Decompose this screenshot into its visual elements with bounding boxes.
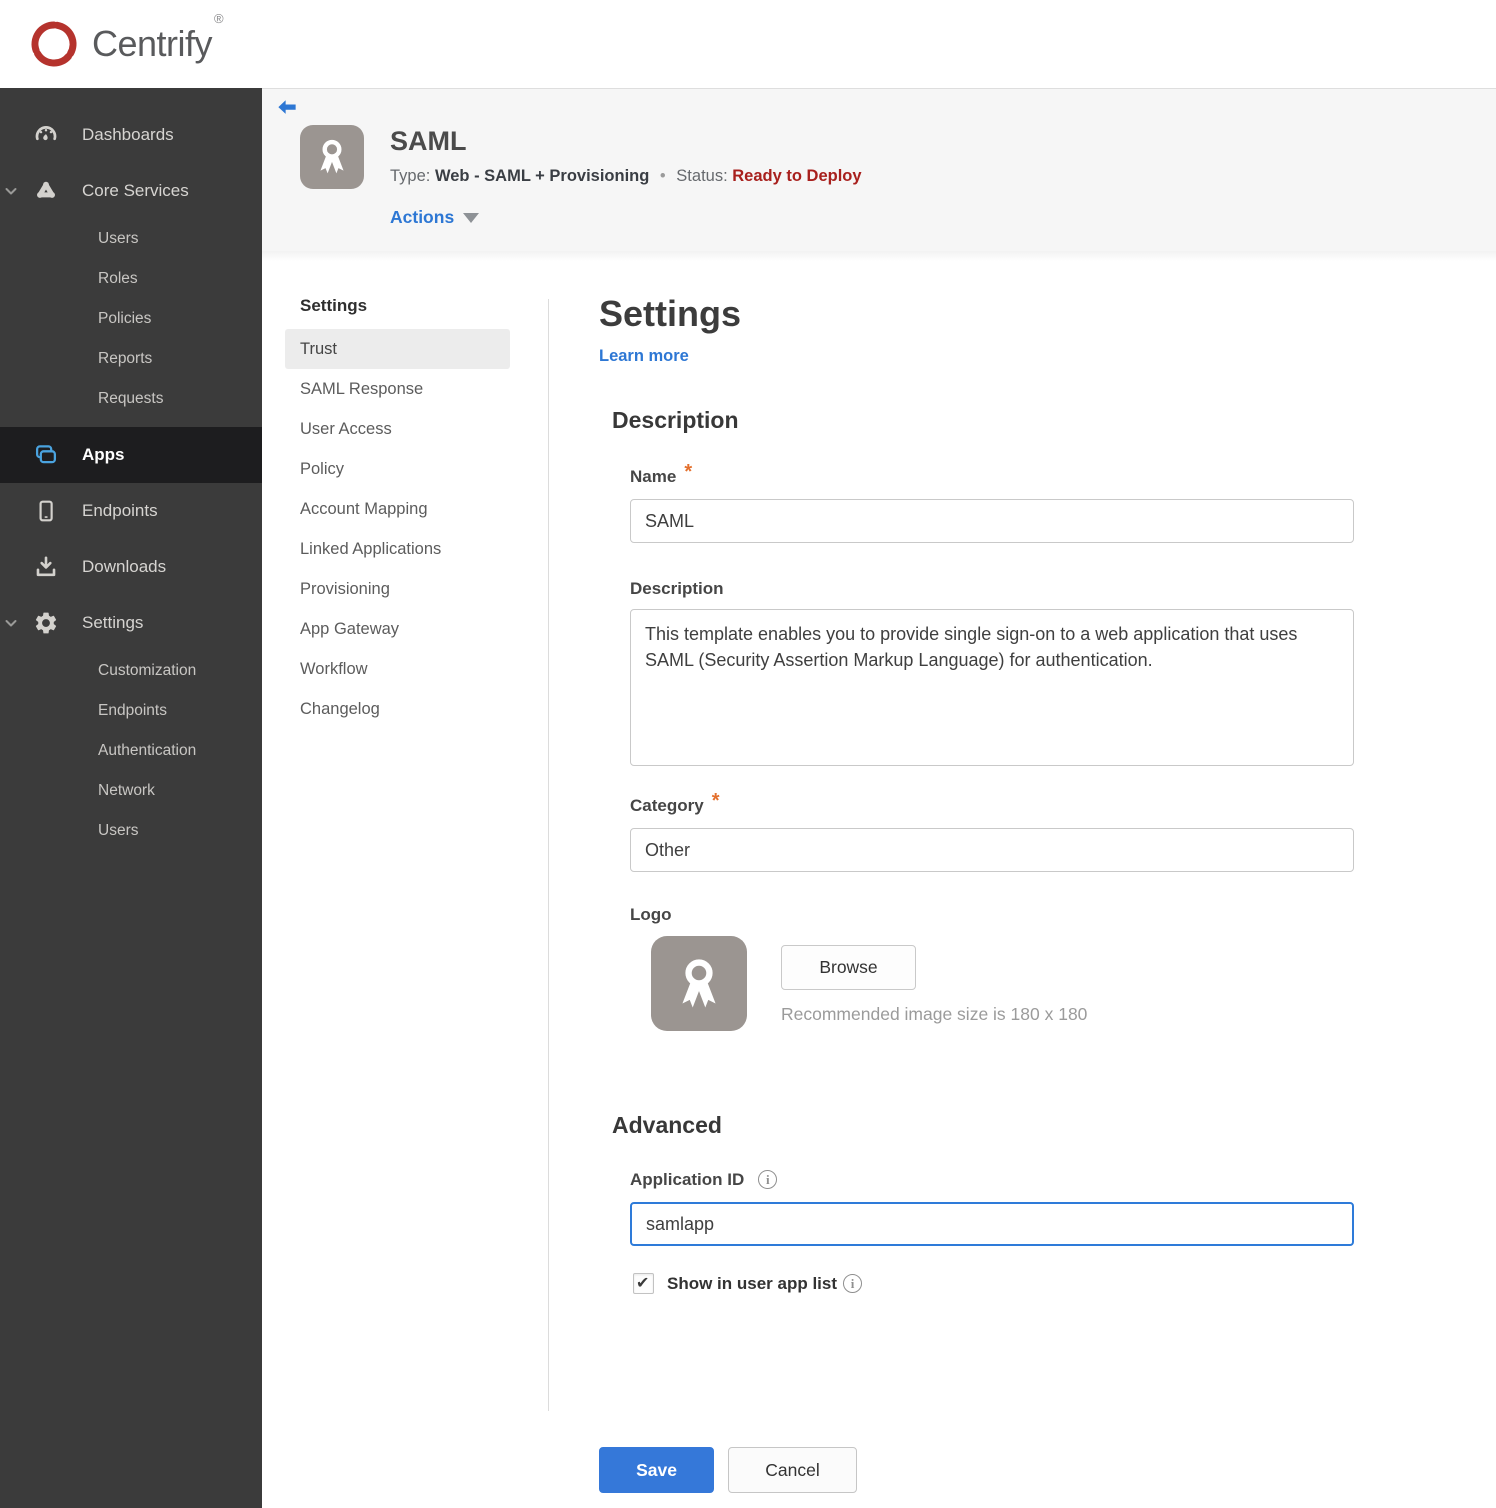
sidebar-item-settings-users[interactable]: Users <box>0 811 262 851</box>
core-services-icon <box>33 178 59 204</box>
subnav-item-changelog[interactable]: Changelog <box>285 689 510 729</box>
centrify-swirl-icon <box>31 21 77 67</box>
sidebar-item-downloads[interactable]: Downloads <box>0 539 262 595</box>
application-id-field[interactable] <box>630 1202 1354 1246</box>
award-ribbon-icon <box>320 139 344 174</box>
required-asterisk: * <box>684 461 693 483</box>
status-badge: Ready to Deploy <box>732 167 862 185</box>
download-icon <box>33 554 59 580</box>
sidebar-item-authentication[interactable]: Authentication <box>0 731 262 771</box>
centrify-logo: Centrify® <box>28 11 224 70</box>
info-icon[interactable] <box>843 1274 863 1293</box>
main-content: SAML Type: Web - SAML + Provisioning • S… <box>262 88 1496 1493</box>
actions-label: Actions <box>390 207 455 227</box>
show-in-user-app-list-checkbox[interactable] <box>633 1273 654 1294</box>
sidebar-item-endpoints[interactable]: Endpoints <box>0 483 262 539</box>
sidebar-item-label: Downloads <box>82 557 167 576</box>
subnav-title: Settings <box>300 296 368 315</box>
registered-mark: ® <box>214 11 224 26</box>
app-icon-tile <box>300 125 364 189</box>
learn-more-link[interactable]: Learn more <box>599 347 689 366</box>
sidebar-item-settings-endpoints[interactable]: Endpoints <box>0 691 262 731</box>
required-asterisk: * <box>711 790 720 812</box>
sidebar-item-settings[interactable]: Settings <box>0 595 262 651</box>
name-label: Name <box>630 467 677 486</box>
app-header: SAML Type: Web - SAML + Provisioning • S… <box>262 88 1496 261</box>
status-label: Status: <box>676 167 728 185</box>
sidebar-item-reports[interactable]: Reports <box>0 339 262 379</box>
apps-icon <box>33 442 59 468</box>
sidebar-item-roles[interactable]: Roles <box>0 259 262 299</box>
cancel-button[interactable]: Cancel <box>728 1447 857 1493</box>
core-services-submenu: Users Roles Policies Reports Requests <box>0 219 262 419</box>
award-ribbon-icon <box>682 958 716 1008</box>
settings-submenu: Customization Endpoints Authentication N… <box>0 651 262 851</box>
sidebar-item-network[interactable]: Network <box>0 771 262 811</box>
vertical-divider <box>548 299 549 1411</box>
name-field[interactable] <box>630 499 1354 543</box>
description-section-heading: Description <box>612 407 739 433</box>
subnav-item-provisioning[interactable]: Provisioning <box>285 569 510 609</box>
chevron-down-icon[interactable] <box>3 183 19 199</box>
sidebar: Dashboards Core Services Users Roles Pol… <box>0 88 262 1508</box>
subnav-item-workflow[interactable]: Workflow <box>285 649 510 689</box>
brand-name: Centrify <box>92 23 213 64</box>
category-label: Category <box>630 796 704 815</box>
sidebar-item-label: Endpoints <box>82 501 158 520</box>
caret-down-icon <box>463 212 480 223</box>
settings-subnav: Settings Trust SAML Response User Access… <box>262 251 548 1493</box>
sidebar-item-label: Dashboards <box>82 125 174 144</box>
type-label: Type: <box>390 167 431 185</box>
browse-button[interactable]: Browse <box>781 945 916 990</box>
actions-menu[interactable]: Actions <box>390 207 480 228</box>
subnav-item-trust[interactable]: Trust <box>285 329 510 369</box>
info-icon[interactable] <box>758 1170 778 1189</box>
back-button[interactable] <box>276 98 298 118</box>
logo-label: Logo <box>630 905 672 924</box>
sidebar-item-core-users[interactable]: Users <box>0 219 262 259</box>
subnav-item-user-access[interactable]: User Access <box>285 409 510 449</box>
sidebar-item-policies[interactable]: Policies <box>0 299 262 339</box>
save-button[interactable]: Save <box>599 1447 714 1493</box>
description-field[interactable]: This template enables you to provide sin… <box>630 609 1354 766</box>
sidebar-item-core-services[interactable]: Core Services <box>0 163 262 219</box>
sidebar-item-label: Apps <box>82 445 125 464</box>
subnav-item-app-gateway[interactable]: App Gateway <box>285 609 510 649</box>
gauge-icon <box>33 122 59 148</box>
app-title: SAML <box>390 126 467 156</box>
sidebar-item-apps[interactable]: Apps <box>0 427 262 483</box>
device-icon <box>33 498 59 524</box>
description-label: Description <box>630 579 724 598</box>
subnav-item-linked-applications[interactable]: Linked Applications <box>285 529 510 569</box>
application-id-label: Application ID <box>630 1170 745 1189</box>
subnav-item-policy[interactable]: Policy <box>285 449 510 489</box>
show-in-user-app-list-label: Show in user app list <box>667 1273 838 1293</box>
sidebar-item-dashboards[interactable]: Dashboards <box>0 107 262 163</box>
topbar: Centrify® <box>0 0 1496 88</box>
subnav-item-account-mapping[interactable]: Account Mapping <box>285 489 510 529</box>
sidebar-item-customization[interactable]: Customization <box>0 651 262 691</box>
chevron-down-icon[interactable] <box>3 615 19 631</box>
subnav-item-saml-response[interactable]: SAML Response <box>285 369 510 409</box>
settings-form: Settings Learn more Description Name * D… <box>548 251 1496 1493</box>
page-title: Settings <box>599 293 742 334</box>
sidebar-item-label: Settings <box>82 613 144 632</box>
sidebar-item-label: Core Services <box>82 181 189 200</box>
app-logo-preview <box>651 936 747 1031</box>
category-field[interactable] <box>630 828 1354 872</box>
logo-size-hint: Recommended image size is 180 x 180 <box>781 1004 1088 1024</box>
gear-icon <box>33 610 59 636</box>
advanced-section-heading: Advanced <box>612 1112 722 1138</box>
dot-separator: • <box>659 167 666 185</box>
type-value: Web - SAML + Provisioning <box>434 167 650 185</box>
sidebar-item-requests[interactable]: Requests <box>0 379 262 419</box>
app-meta: Type: Web - SAML + Provisioning • Status… <box>390 167 862 186</box>
